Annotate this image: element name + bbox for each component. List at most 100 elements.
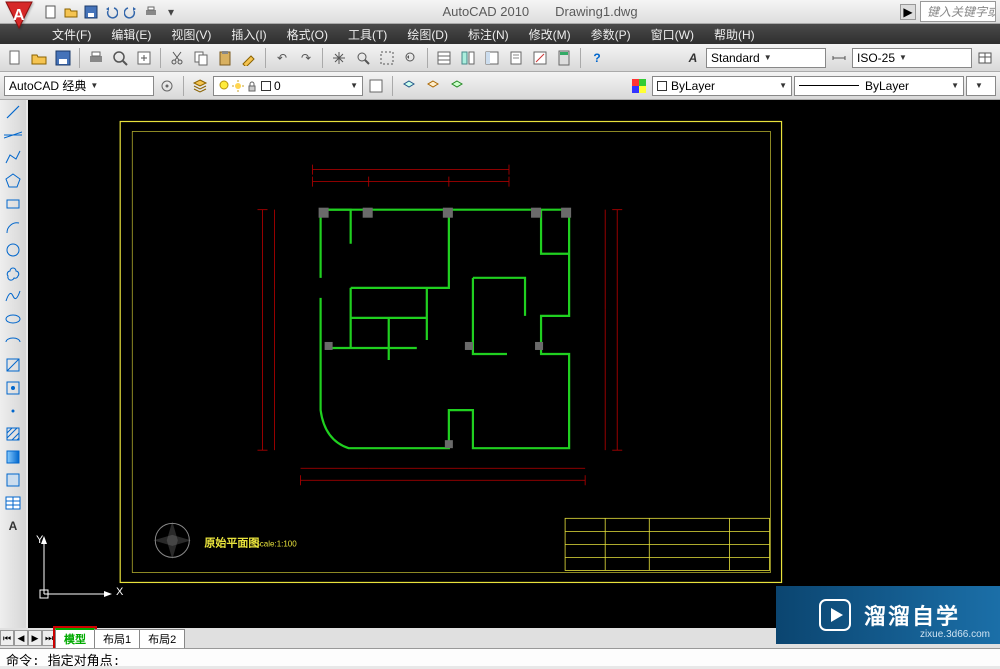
revcloud-icon[interactable]	[2, 263, 24, 283]
rectangle-icon[interactable]	[2, 194, 24, 214]
qat-redo-icon[interactable]	[122, 3, 140, 21]
zoom-prev-icon[interactable]	[400, 47, 422, 69]
ellipse-icon[interactable]	[2, 309, 24, 329]
draw-toolbar: A	[0, 100, 26, 628]
file-name: Drawing1.dwg	[555, 4, 637, 19]
lineweight-dropdown[interactable]: ▼	[966, 76, 996, 96]
dim-style-dropdown[interactable]: ISO-25▼	[852, 48, 972, 68]
menu-file[interactable]: 文件(F)	[44, 24, 99, 45]
circle-icon[interactable]	[2, 240, 24, 260]
hatch-icon[interactable]	[2, 424, 24, 444]
menu-window[interactable]: 窗口(W)	[643, 24, 702, 45]
bulb-icon	[218, 80, 230, 92]
open-icon[interactable]	[28, 47, 50, 69]
calc-icon[interactable]	[553, 47, 575, 69]
drawing-scale: Scale:1:100	[254, 539, 297, 548]
app-menu-button[interactable]: A	[2, 0, 36, 32]
qat-undo-icon[interactable]	[102, 3, 120, 21]
zoom-window-icon[interactable]	[376, 47, 398, 69]
sun-icon	[232, 80, 244, 92]
spline-icon[interactable]	[2, 286, 24, 306]
line-icon[interactable]	[2, 102, 24, 122]
qat-save-icon[interactable]	[82, 3, 100, 21]
tab-last-icon[interactable]: ⏭	[42, 630, 56, 646]
region-icon[interactable]	[2, 470, 24, 490]
match-icon[interactable]	[238, 47, 260, 69]
new-icon[interactable]	[4, 47, 26, 69]
dimstyle-icon[interactable]	[828, 47, 850, 69]
tab-model[interactable]: 模型	[55, 628, 95, 648]
sheetset-icon[interactable]	[505, 47, 527, 69]
ucs-x-label: X	[116, 586, 123, 598]
textstyle-icon[interactable]: A	[682, 47, 704, 69]
layer-dropdown[interactable]: 0▼	[213, 76, 363, 96]
layer-states-icon[interactable]	[365, 75, 387, 97]
text-style-dropdown[interactable]: Standard▼	[706, 48, 826, 68]
menu-edit[interactable]: 编辑(E)	[103, 24, 159, 45]
layer-iso-icon[interactable]	[398, 75, 420, 97]
toolpalettes-icon[interactable]	[481, 47, 503, 69]
properties-icon[interactable]	[433, 47, 455, 69]
ellipse-arc-icon[interactable]	[2, 332, 24, 352]
separator	[427, 48, 428, 68]
undo-icon[interactable]: ↶	[271, 47, 293, 69]
linetype-value: ByLayer	[865, 79, 909, 93]
insert-icon[interactable]	[2, 355, 24, 375]
workspace-settings-icon[interactable]	[156, 75, 178, 97]
menu-insert[interactable]: 插入(I)	[223, 24, 274, 45]
infocenter-arrow-icon[interactable]: ▶	[900, 4, 916, 20]
search-input[interactable]: 键入关键字或	[920, 1, 996, 22]
qat-open-icon[interactable]	[62, 3, 80, 21]
cut-icon[interactable]	[166, 47, 188, 69]
menu-help[interactable]: 帮助(H)	[706, 24, 763, 45]
zoom-icon[interactable]	[352, 47, 374, 69]
help-icon[interactable]: ?	[586, 47, 608, 69]
menu-parametric[interactable]: 参数(P)	[583, 24, 639, 45]
arc-icon[interactable]	[2, 217, 24, 237]
command-line[interactable]: 命令: 指定对角点:	[0, 648, 1000, 666]
tab-next-icon[interactable]: ▶	[28, 630, 42, 646]
menu-modify[interactable]: 修改(M)	[521, 24, 579, 45]
tab-layout1[interactable]: 布局1	[94, 629, 140, 648]
tab-layout2[interactable]: 布局2	[139, 629, 185, 648]
workspace-dropdown[interactable]: AutoCAD 经典▼	[4, 76, 154, 96]
qat-dropdown-icon[interactable]: ▾	[162, 3, 180, 21]
menu-format[interactable]: 格式(O)	[279, 24, 336, 45]
print-icon[interactable]	[85, 47, 107, 69]
layer-prev-icon[interactable]	[422, 75, 444, 97]
menu-dimension[interactable]: 标注(N)	[460, 24, 517, 45]
xline-icon[interactable]	[2, 125, 24, 145]
menu-tools[interactable]: 工具(T)	[340, 24, 395, 45]
designcenter-icon[interactable]	[457, 47, 479, 69]
table-icon[interactable]	[2, 493, 24, 513]
gradient-icon[interactable]	[2, 447, 24, 467]
redo-icon[interactable]: ↷	[295, 47, 317, 69]
polygon-icon[interactable]	[2, 171, 24, 191]
separator	[322, 48, 323, 68]
pline-icon[interactable]	[2, 148, 24, 168]
drawing-area[interactable]: 原始平面图 Scale:1:100 Y X	[28, 100, 1000, 628]
menu-draw[interactable]: 绘图(D)	[399, 24, 456, 45]
markup-icon[interactable]	[529, 47, 551, 69]
qat-print-icon[interactable]	[142, 3, 160, 21]
ucs-icon: Y X	[34, 534, 114, 604]
tablestyle-icon[interactable]	[974, 47, 996, 69]
save-icon[interactable]	[52, 47, 74, 69]
point-icon[interactable]	[2, 401, 24, 421]
linetype-dropdown[interactable]: ByLayer▼	[794, 76, 964, 96]
color-dropdown[interactable]: ByLayer▼	[652, 76, 792, 96]
copy-icon[interactable]	[190, 47, 212, 69]
layer-match-icon[interactable]	[446, 75, 468, 97]
publish-icon[interactable]	[133, 47, 155, 69]
mtext-icon[interactable]: A	[2, 516, 24, 536]
layer-manager-icon[interactable]	[189, 75, 211, 97]
preview-icon[interactable]	[109, 47, 131, 69]
pan-icon[interactable]	[328, 47, 350, 69]
menu-view[interactable]: 视图(V)	[163, 24, 219, 45]
color-control-icon[interactable]	[628, 75, 650, 97]
paste-icon[interactable]	[214, 47, 236, 69]
tab-first-icon[interactable]: ⏮	[0, 630, 14, 646]
qat-new-icon[interactable]	[42, 3, 60, 21]
tab-prev-icon[interactable]: ◀	[14, 630, 28, 646]
block-icon[interactable]	[2, 378, 24, 398]
